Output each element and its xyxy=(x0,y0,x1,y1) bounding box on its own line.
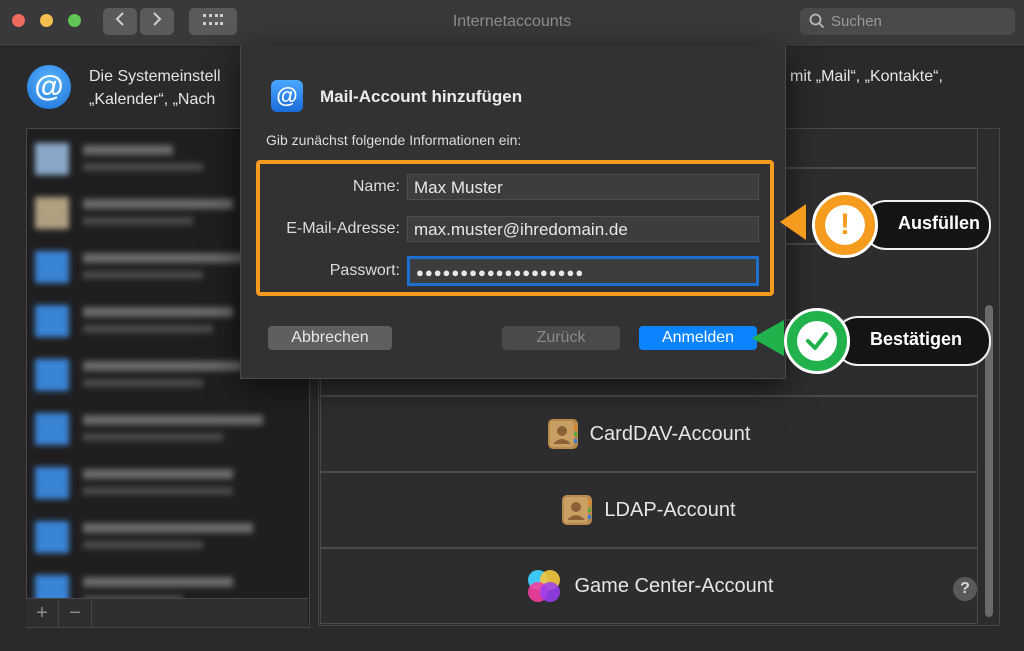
confirm-callout: Bestätigen xyxy=(834,316,991,366)
dialog-title: Mail-Account hinzufügen xyxy=(320,87,523,106)
accounts-list-footer: + − xyxy=(26,598,308,627)
info-text-line2: „Kalender“, „Nach xyxy=(89,91,216,108)
sign-in-button[interactable]: Anmelden xyxy=(639,326,757,350)
password-label: Passwort: xyxy=(329,262,400,279)
back-button[interactable]: Zurück xyxy=(502,326,620,350)
game-center-icon xyxy=(525,567,563,605)
search-input[interactable]: Suchen xyxy=(800,8,1015,35)
search-placeholder: Suchen xyxy=(831,13,882,30)
dialog-subtitle: Gib zunächst folgende Informationen ein: xyxy=(266,132,522,148)
info-text-line1: Die Systemeinstell xyxy=(89,68,221,85)
name-field[interactable]: Max Muster xyxy=(407,174,759,200)
name-label: Name: xyxy=(352,178,400,195)
email-label: E-Mail-Adresse: xyxy=(286,220,400,237)
add-account-button[interactable]: + xyxy=(26,599,59,627)
cancel-button[interactable]: Abbrechen xyxy=(268,326,392,350)
confirm-callout-label: Bestätigen xyxy=(870,329,963,349)
at-sign-icon: @ xyxy=(271,80,303,112)
info-text-line1-end: mit „Mail“, „Kontakte“, xyxy=(790,68,943,85)
title-bar: Internetaccounts Suchen xyxy=(0,0,1024,47)
provider-carddav[interactable]: CardDAV-Account xyxy=(320,396,978,472)
remove-account-button[interactable]: − xyxy=(59,599,92,627)
provider-game-center[interactable]: Game Center-Account xyxy=(320,548,978,624)
list-item[interactable] xyxy=(33,517,283,555)
provider-game-center-label: Game Center-Account xyxy=(574,574,774,597)
provider-ldap-label: LDAP-Account xyxy=(604,498,736,521)
list-item[interactable] xyxy=(33,463,283,501)
contacts-icon xyxy=(562,495,593,525)
fill-callout-label: Ausfüllen xyxy=(898,213,981,233)
provider-ldap[interactable]: LDAP-Account xyxy=(320,472,978,548)
warning-icon: ! xyxy=(812,192,878,258)
list-item[interactable] xyxy=(33,409,283,447)
confirm-callout-arrow xyxy=(752,320,784,356)
internet-accounts-icon: @ xyxy=(27,65,71,109)
fill-callout-arrow xyxy=(780,204,806,240)
email-field[interactable]: max.muster@ihredomain.de xyxy=(407,216,759,242)
password-field[interactable]: ●●●●●●●●●●●●●●●●●●● xyxy=(407,256,759,286)
search-icon xyxy=(809,13,825,34)
provider-carddav-label: CardDAV-Account xyxy=(589,422,751,445)
checkmark-icon xyxy=(784,308,850,374)
help-button[interactable]: ? xyxy=(953,577,977,601)
fill-callout: Ausfüllen xyxy=(862,200,991,250)
contacts-icon xyxy=(547,419,578,449)
